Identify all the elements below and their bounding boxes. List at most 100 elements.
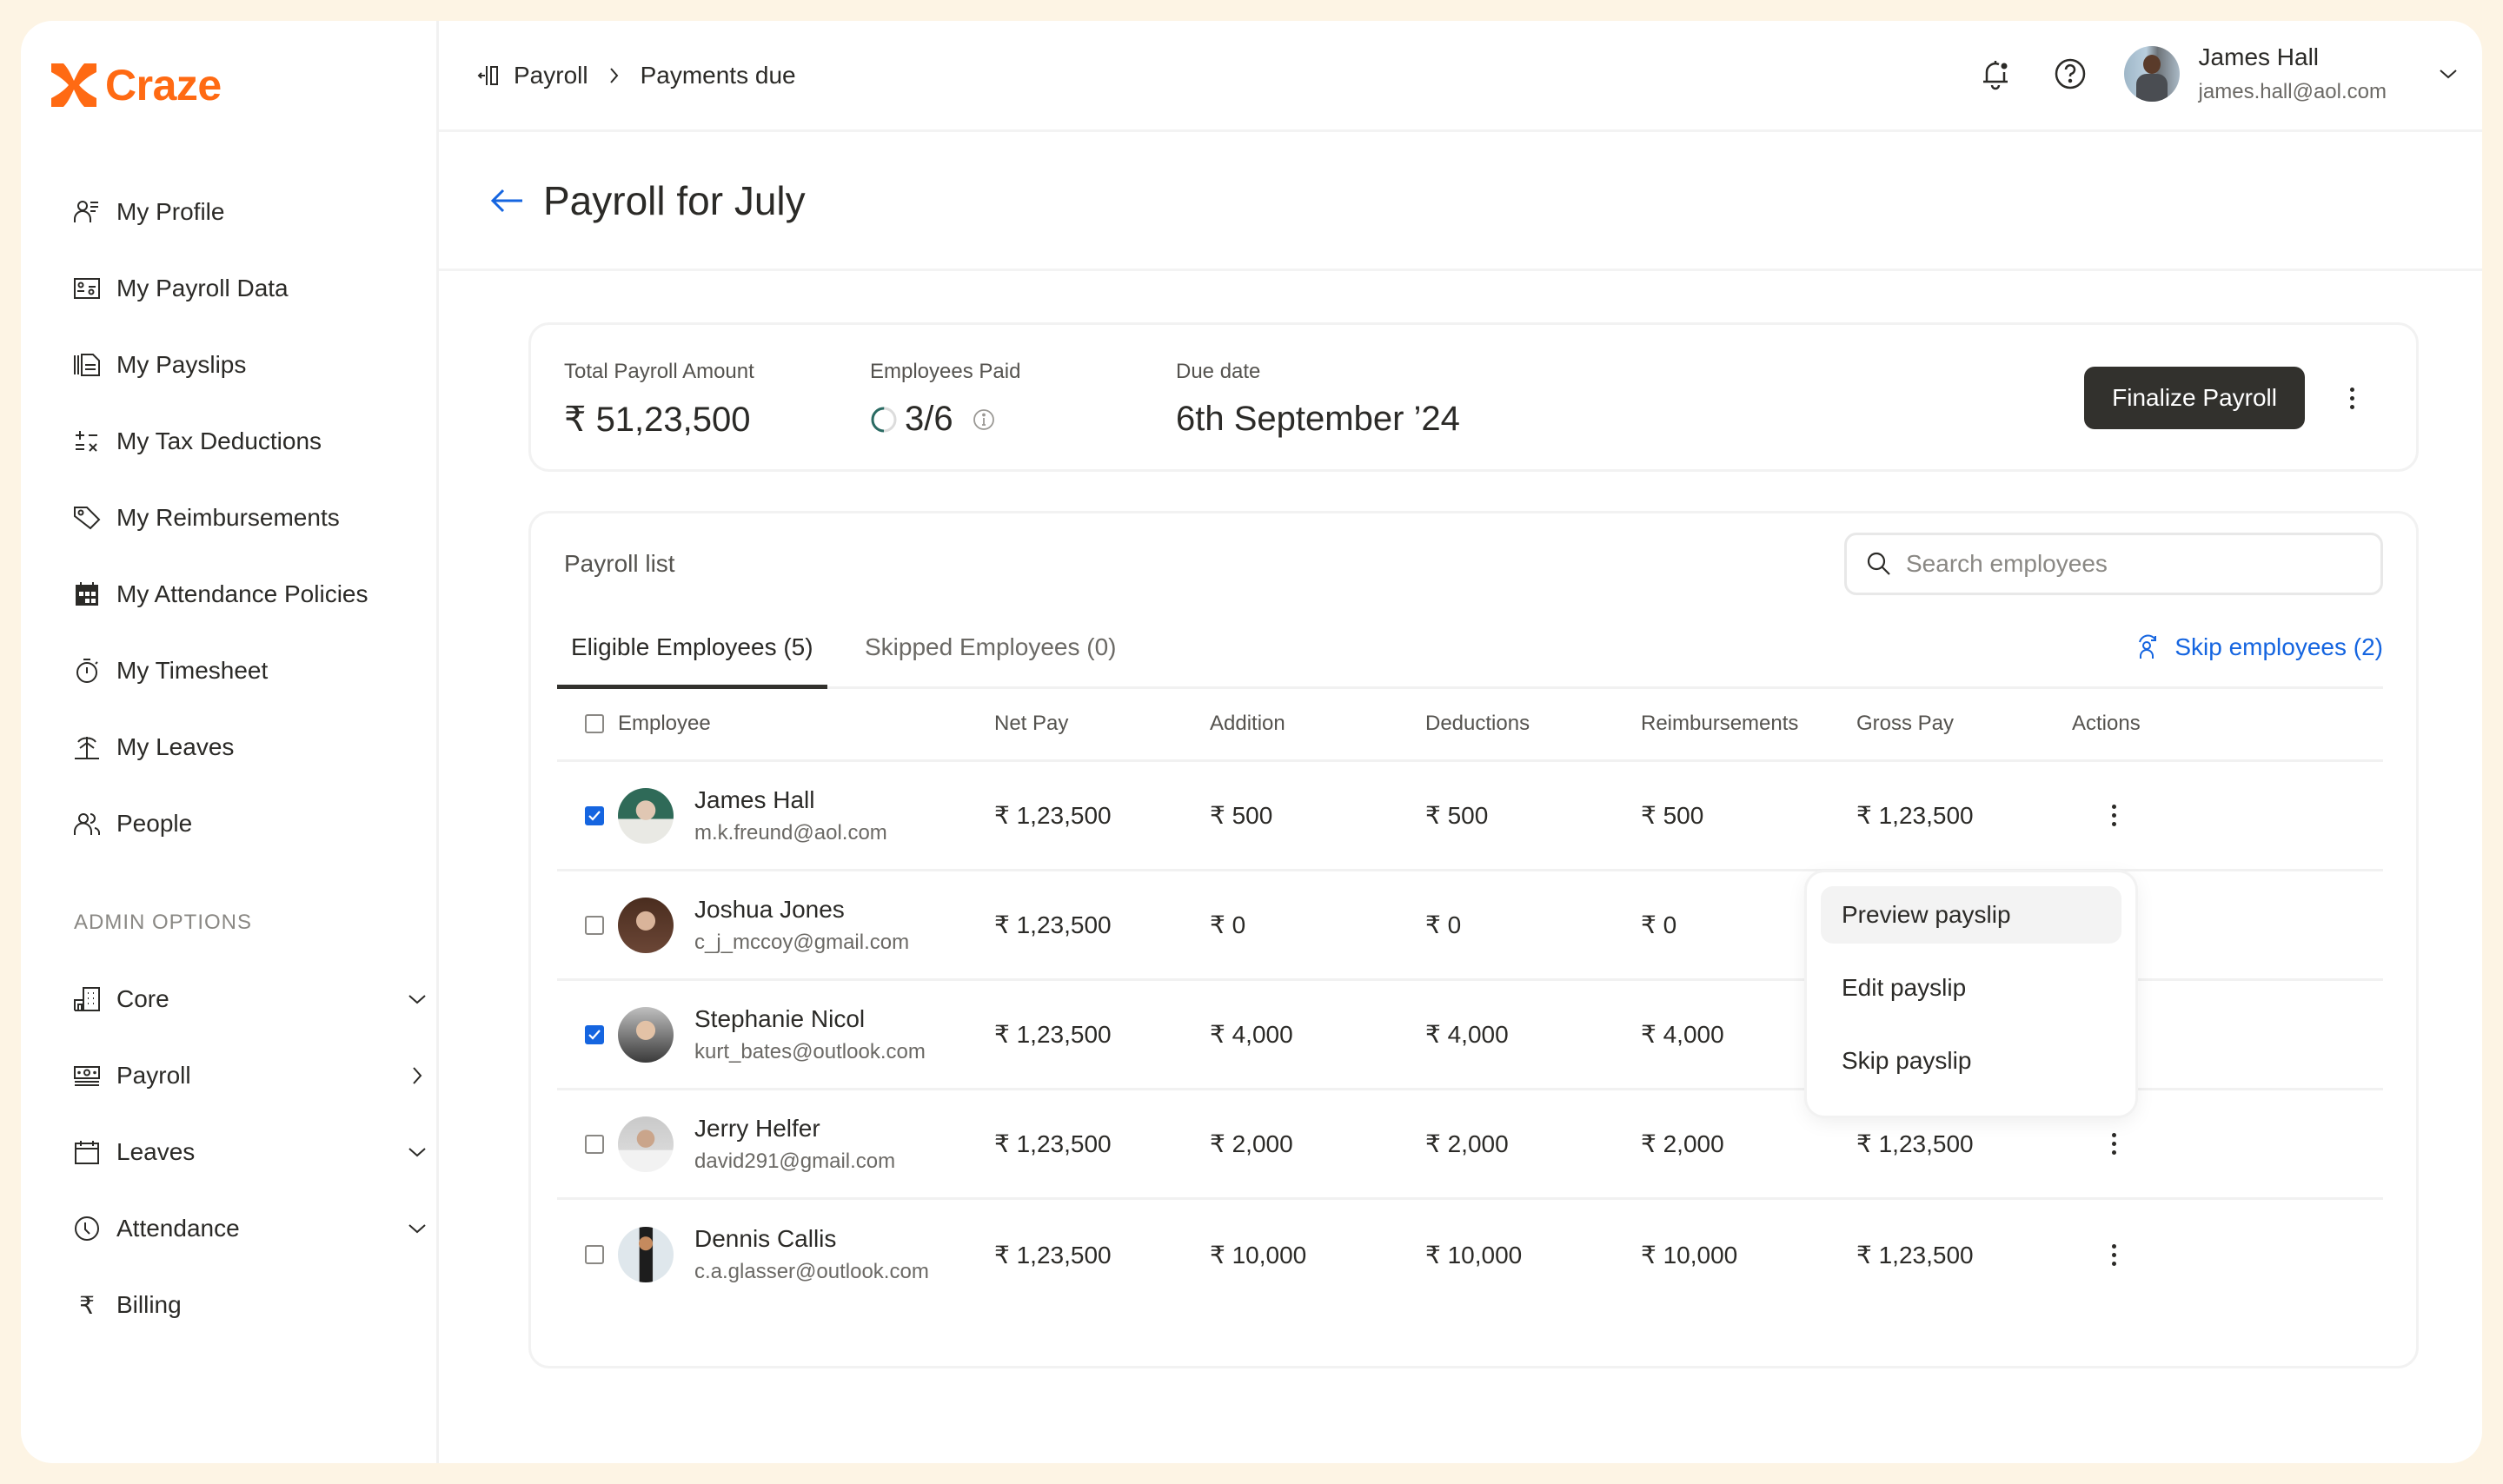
sidebar-item-my-timesheet[interactable]: My Timesheet [73,633,421,709]
skip-employees-label: Skip employees (2) [2174,633,2383,660]
sidebar-item-my-attendance-policies[interactable]: My Attendance Policies [73,556,421,633]
sidebar-item-leaves[interactable]: Leaves [73,1114,429,1190]
employee-email: m.k.freund@aol.com [694,820,887,845]
employee-avatar [618,1006,674,1063]
finalize-payroll-button[interactable]: Finalize Payroll [2084,367,2305,429]
employee-name[interactable]: Dennis Callis [694,1225,929,1253]
user-email: james.hall@aol.com [2198,80,2387,103]
more-options-icon[interactable] [2336,382,2367,414]
notifications-bell-icon[interactable] [1975,53,2016,95]
gross-pay-cell: ₹ 1,23,500 [1856,1130,1974,1157]
menu-item-skip-payslip[interactable]: Skip payslip [1821,1032,2121,1090]
chevron-down-icon[interactable] [405,987,429,1011]
sidebar-item-billing[interactable]: ₹ Billing [73,1267,429,1343]
stat-label: Total Payroll Amount [564,360,754,383]
addition-cell: ₹ 2,000 [1210,1130,1293,1157]
row-checkbox[interactable] [585,1134,604,1154]
breadcrumb-payroll[interactable]: Payroll [514,62,588,89]
employee-name[interactable]: Jerry Helfer [694,1115,895,1143]
deductions-cell: ₹ 4,000 [1425,1021,1509,1048]
user-info[interactable]: James Hall james.hall@aol.com [2199,43,2387,104]
tab-eligible-employees[interactable]: Eligible Employees (5) [557,633,827,689]
top-right-controls: James Hall james.hall@aol.com [1975,43,2458,104]
sidebar-nav: My Profile My Payroll Data My Payslips M… [73,174,421,862]
back-arrow-icon[interactable] [489,187,524,215]
column-header: Addition [1210,711,1285,735]
gross-pay-cell: ₹ 1,23,500 [1856,1241,1974,1269]
sidebar-item-attendance[interactable]: Attendance [73,1190,429,1267]
admin-nav: Core Payroll Leaves Attendance ₹ Billing [73,961,429,1343]
employees-paid-stat: Employees Paid 3/6 [870,360,1020,439]
sidebar-item-label: My Attendance Policies [116,580,368,607]
employee-email: c_j_mccoy@gmail.com [694,930,910,954]
breadcrumb-payments-due: Payments due [640,61,796,89]
employees-paid-row: 3/6 [870,400,1020,439]
checkmark-icon [588,1029,601,1040]
net-pay-cell: ₹ 1,23,500 [994,911,1112,938]
breadcrumb: Payroll Payments due [477,62,796,89]
calculator-icon [73,427,101,455]
employee-name[interactable]: Joshua Jones [694,896,909,924]
search-employees-input[interactable] [1906,550,2358,578]
stat-label: Due date [1176,360,1261,383]
sidebar-item-my-reimbursements[interactable]: My Reimbursements [73,480,421,556]
chevron-right-icon[interactable] [405,1063,429,1088]
row-actions-icon[interactable] [2098,800,2129,831]
row-checkbox[interactable] [585,1024,604,1044]
id-card-icon [73,275,101,302]
people-icon [73,810,101,838]
craze-logo-icon [51,63,96,107]
employee-name[interactable]: Stephanie Nicol [694,1005,926,1033]
sidebar-item-payroll[interactable]: Payroll [73,1037,429,1114]
sidebar: Craze My Profile My Payroll Data My Pays… [21,21,439,1463]
column-header: Actions [2072,711,2141,735]
sidebar-item-label: People [116,810,193,837]
progress-ring-icon [871,407,897,432]
table-row[interactable]: Dennis Callis c.a.glasser@outlook.com ₹ 1,… [557,1200,2383,1309]
sidebar-item-my-payslips[interactable]: My Payslips [73,327,421,403]
row-checkbox[interactable] [585,915,604,935]
brand-logo[interactable]: Craze [51,60,222,110]
row-actions-icon[interactable] [2098,1129,2129,1160]
row-checkbox[interactable] [585,1245,604,1264]
reimbursements-cell: ₹ 2,000 [1641,1130,1724,1157]
checkmark-icon [588,810,601,821]
tab-skipped-employees[interactable]: Skipped Employees (0) [851,633,1130,689]
employee-email: david291@gmail.com [694,1149,896,1173]
column-header: Deductions [1425,711,1530,735]
sidebar-item-my-leaves[interactable]: My Leaves [73,709,421,785]
collapse-sidebar-icon[interactable] [477,63,500,88]
payroll-summary-card: Total Payroll Amount ₹ 51,23,500 Employe… [528,322,2419,472]
building-icon [73,985,101,1013]
info-icon[interactable] [973,408,995,431]
addition-cell: ₹ 10,000 [1210,1241,1307,1269]
stat-label: Employees Paid [870,360,1021,383]
employee-name[interactable]: James Hall [694,786,887,814]
chevron-down-icon[interactable] [405,1216,429,1241]
sidebar-item-my-profile[interactable]: My Profile [73,174,421,250]
table-row[interactable]: James Hall m.k.freund@aol.com ₹ 1,23,500 ₹ … [557,762,2383,871]
sidebar-item-my-tax-deductions[interactable]: My Tax Deductions [73,403,421,480]
user-avatar[interactable] [2123,46,2180,102]
stopwatch-icon [73,657,101,685]
row-checkbox[interactable] [585,805,604,825]
sidebar-item-core[interactable]: Core [73,961,429,1037]
chevron-down-icon[interactable] [405,1140,429,1164]
skip-employees-link[interactable]: Skip employees (2) [2136,633,2383,661]
menu-item-preview-payslip[interactable]: Preview payslip [1821,886,2121,944]
total-payroll-stat: Total Payroll Amount ₹ 51,23,500 [564,360,754,440]
menu-item-edit-payslip[interactable]: Edit payslip [1821,959,2121,1017]
sidebar-item-people[interactable]: People [73,785,421,862]
main-content: Payroll Payments due James Hall james.ha… [439,21,2482,1463]
sidebar-item-label: My Payslips [116,351,247,378]
sidebar-item-label: My Tax Deductions [116,427,322,454]
sidebar-item-my-payroll-data[interactable]: My Payroll Data [73,250,421,327]
sidebar-item-label: Attendance [116,1215,240,1242]
row-actions-icon[interactable] [2098,1239,2129,1270]
user-menu-chevron-down-icon[interactable] [2439,68,2458,80]
calendar-grid-icon [73,580,101,608]
deductions-cell: ₹ 2,000 [1425,1130,1509,1157]
search-employees-field[interactable] [1844,533,2383,595]
help-icon[interactable] [2049,53,2091,95]
select-all-checkbox[interactable] [585,713,604,733]
